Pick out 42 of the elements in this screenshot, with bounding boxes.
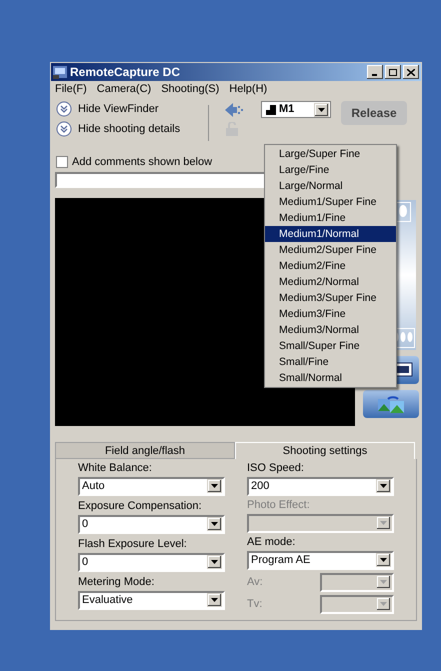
field-label: Exposure Compensation: bbox=[78, 500, 203, 512]
menu-item[interactable]: File(F) bbox=[55, 81, 87, 98]
menu-option[interactable]: Medium2/Normal bbox=[265, 274, 396, 290]
dropdown-field[interactable]: Program AE bbox=[247, 550, 394, 570]
field-label: White Balance: bbox=[78, 462, 153, 474]
field-label: Flash Exposure Level: bbox=[78, 538, 188, 550]
tab[interactable]: Shooting settings bbox=[235, 442, 415, 458]
menu-item[interactable]: Camera(C) bbox=[96, 81, 152, 98]
release-button[interactable]: Release bbox=[341, 101, 407, 125]
menu-option[interactable]: Medium2/Super Fine bbox=[265, 242, 396, 258]
window-title: RemoteCapture DC bbox=[70, 64, 180, 81]
menu-option[interactable]: Medium1/Fine bbox=[265, 210, 396, 226]
menu-option[interactable]: Medium3/Fine bbox=[265, 306, 396, 322]
dropdown-field[interactable]: Evaluative bbox=[78, 590, 225, 610]
field-label: ISO Speed: bbox=[247, 462, 305, 474]
menu-option[interactable]: Large/Super Fine bbox=[265, 146, 396, 162]
menu-option[interactable]: Small/Normal bbox=[265, 370, 396, 386]
menu-option[interactable]: Large/Fine bbox=[265, 162, 396, 178]
dropdown-field[interactable]: Auto bbox=[78, 476, 225, 496]
menu-option[interactable]: Medium3/Super Fine bbox=[265, 290, 396, 306]
menu-option[interactable]: Small/Fine bbox=[265, 354, 396, 370]
dropdown-field[interactable]: 200 bbox=[247, 476, 394, 496]
menu-option[interactable]: Medium1/Normal bbox=[265, 226, 396, 242]
dropdown-field[interactable]: 0 bbox=[78, 514, 225, 534]
menu-option[interactable]: Large/Normal bbox=[265, 178, 396, 194]
menu-option[interactable]: Medium1/Super Fine bbox=[265, 194, 396, 210]
checkbox-label: Add comments shown below bbox=[72, 155, 212, 170]
field-label: AE mode: bbox=[247, 536, 296, 548]
field-label: Metering Mode: bbox=[78, 576, 156, 588]
menu-item[interactable]: Shooting(S) bbox=[161, 81, 220, 98]
quality-dropdown[interactable]: M1 bbox=[261, 101, 331, 118]
toggle-button[interactable]: Hide shooting details bbox=[56, 120, 206, 137]
toggle-button[interactable]: Hide ViewFinder bbox=[56, 101, 206, 118]
menu-option[interactable]: Medium3/Normal bbox=[265, 322, 396, 338]
dropdown-field[interactable]: 0 bbox=[78, 552, 225, 572]
menu-option[interactable]: Medium2/Fine bbox=[265, 258, 396, 274]
field-label: Av: bbox=[247, 576, 263, 588]
menu-option[interactable]: Small/Super Fine bbox=[265, 338, 396, 354]
tab[interactable]: Field angle/flash bbox=[55, 442, 235, 458]
field-label: Photo Effect: bbox=[247, 498, 311, 512]
field-label: Tv: bbox=[247, 598, 262, 610]
menu-item[interactable]: Help(H) bbox=[229, 81, 268, 98]
